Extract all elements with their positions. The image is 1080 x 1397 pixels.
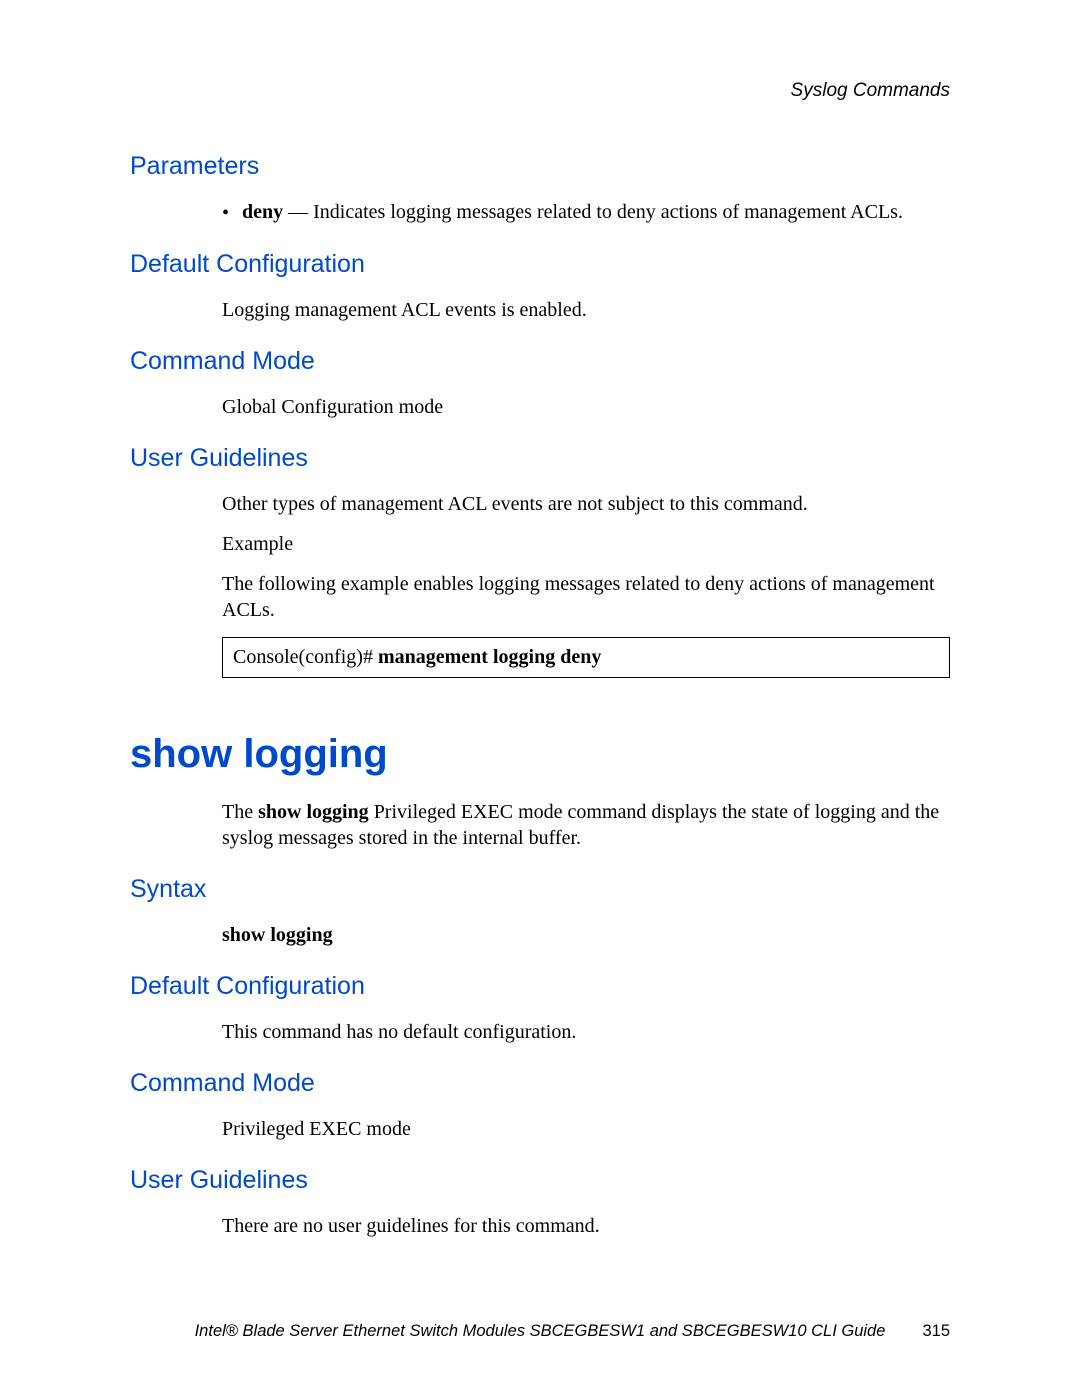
heading-show-logging: show logging [130,732,950,777]
heading-syntax: Syntax [130,875,950,904]
bullet-icon: • [222,199,242,226]
heading-user-guidelines-2: User Guidelines [130,1166,950,1195]
page-footer: Intel® Blade Server Ethernet Switch Modu… [130,1322,950,1341]
bullet-desc: Indicates logging messages related to de… [313,201,903,223]
default-config-2-body: This command has no default configuratio… [222,1019,950,1045]
intro-bold: show logging [258,801,369,823]
user-guidelines-1-body2: Example [222,531,950,557]
user-guidelines-1-body3: The following example enables logging me… [222,571,950,623]
syntax-body: show logging [222,922,950,948]
footer-title: Intel® Blade Server Ethernet Switch Modu… [190,1322,890,1341]
heading-parameters: Parameters [130,152,950,181]
header-section-title: Syslog Commands [130,80,950,102]
bullet-sep: — [283,201,313,223]
heading-default-config-2: Default Configuration [130,972,950,1001]
parameters-bullet: • deny — Indicates logging messages rela… [222,199,950,226]
user-guidelines-2-body: There are no user guidelines for this co… [222,1213,950,1239]
code-command: management logging deny [378,646,601,668]
command-mode-1-body: Global Configuration mode [222,394,950,420]
heading-default-config-1: Default Configuration [130,250,950,279]
heading-user-guidelines-1: User Guidelines [130,444,950,473]
bullet-term: deny [242,201,283,223]
command-mode-2-body: Privileged EXEC mode [222,1116,950,1142]
code-example-box: Console(config)# management logging deny [222,637,950,678]
heading-command-mode-2: Command Mode [130,1069,950,1098]
bullet-content: deny — Indicates logging messages relate… [242,199,903,225]
show-logging-intro: The show logging Privileged EXEC mode co… [222,799,950,851]
page-container: Syslog Commands Parameters • deny — Indi… [0,0,1080,1397]
code-prefix: Console(config)# [233,646,378,668]
footer-page-number: 315 [890,1322,950,1341]
intro-prefix: The [222,801,258,823]
user-guidelines-1-body1: Other types of management ACL events are… [222,491,950,517]
default-config-1-body: Logging management ACL events is enabled… [222,297,950,323]
heading-command-mode-1: Command Mode [130,347,950,376]
